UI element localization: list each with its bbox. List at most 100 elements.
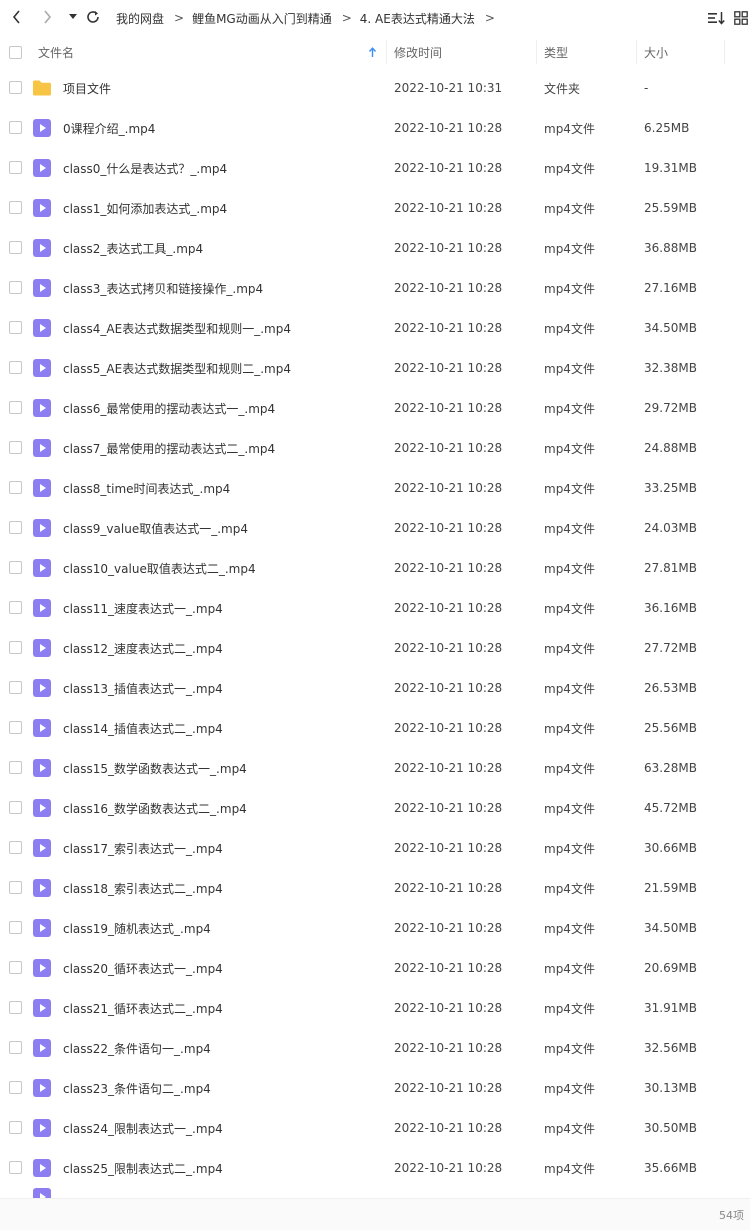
file-name[interactable]: class20_循环表达式一_.mp4 — [63, 948, 223, 988]
file-row[interactable]: class15_数学函数表达式一_.mp4 2022-10-21 10:28 mp4… — [0, 748, 750, 788]
select-all-checkbox[interactable] — [9, 36, 22, 68]
file-name[interactable]: class25_限制表达式二_.mp4 — [63, 1148, 223, 1188]
row-checkbox[interactable] — [9, 441, 22, 454]
row-checkbox[interactable] — [9, 961, 22, 974]
column-header-size[interactable]: 大小 — [644, 36, 668, 68]
file-name[interactable]: class10_value取值表达式二_.mp4 — [63, 548, 256, 588]
file-name[interactable]: class13_插值表达式一_.mp4 — [63, 668, 223, 708]
row-checkbox[interactable] — [9, 1081, 22, 1094]
row-checkbox[interactable] — [9, 361, 22, 374]
history-dropdown-button[interactable] — [62, 6, 84, 28]
row-checkbox[interactable] — [9, 921, 22, 934]
file-name[interactable]: class24_限制表达式一_.mp4 — [63, 1108, 223, 1148]
file-name[interactable]: class4_AE表达式数据类型和规则一_.mp4 — [63, 308, 291, 348]
row-checkbox[interactable] — [9, 481, 22, 494]
file-row[interactable]: class9_value取值表达式一_.mp4 2022-10-21 10:28 m… — [0, 508, 750, 548]
back-button[interactable] — [6, 6, 28, 28]
row-checkbox[interactable] — [9, 1001, 22, 1014]
file-name[interactable]: class7_最常使用的摆动表达式二_.mp4 — [63, 428, 275, 468]
file-row[interactable]: class24_限制表达式一_.mp4 2022-10-21 10:28 mp4文件… — [0, 1108, 750, 1148]
file-row[interactable]: class25_限制表达式二_.mp4 2022-10-21 10:28 mp4文件… — [0, 1148, 750, 1188]
row-checkbox[interactable] — [9, 121, 22, 134]
file-name[interactable]: class11_速度表达式一_.mp4 — [63, 588, 223, 628]
file-row[interactable]: class13_插值表达式一_.mp4 2022-10-21 10:28 mp4文件… — [0, 668, 750, 708]
file-name[interactable]: class8_time时间表达式_.mp4 — [63, 468, 230, 508]
file-row[interactable]: class2_表达式工具_.mp4 2022-10-21 10:28 mp4文件 36… — [0, 228, 750, 268]
breadcrumb-item[interactable]: 我的网盘 — [116, 10, 164, 27]
file-row[interactable]: class14_插值表达式二_.mp4 2022-10-21 10:28 mp4文件… — [0, 708, 750, 748]
file-row[interactable]: class6_最常使用的摆动表达式一_.mp4 2022-10-21 10:28 m… — [0, 388, 750, 428]
file-name[interactable]: class6_最常使用的摆动表达式一_.mp4 — [63, 388, 275, 428]
row-checkbox[interactable] — [9, 681, 22, 694]
file-name[interactable]: class1_如何添加表达式_.mp4 — [63, 188, 227, 228]
row-checkbox[interactable] — [9, 881, 22, 894]
row-checkbox[interactable] — [9, 321, 22, 334]
row-checkbox[interactable] — [9, 721, 22, 734]
file-row[interactable]: class4_AE表达式数据类型和规则一_.mp4 2022-10-21 10:2… — [0, 308, 750, 348]
sort-button[interactable] — [706, 7, 728, 29]
file-row[interactable]: class19_随机表达式_.mp4 2022-10-21 10:28 mp4文件 3… — [0, 908, 750, 948]
row-checkbox[interactable] — [9, 761, 22, 774]
grid-view-button[interactable] — [730, 7, 750, 29]
breadcrumb-item[interactable]: 鲤鱼MG动画从入门到精通 — [192, 10, 332, 27]
file-name[interactable]: class2_表达式工具_.mp4 — [63, 228, 203, 268]
row-checkbox[interactable] — [9, 81, 22, 94]
file-name[interactable]: class17_索引表达式一_.mp4 — [63, 828, 223, 868]
file-row[interactable]: class1_如何添加表达式_.mp4 2022-10-21 10:28 mp4文件… — [0, 188, 750, 228]
file-row[interactable]: class17_索引表达式一_.mp4 2022-10-21 10:28 mp4文件… — [0, 828, 750, 868]
column-header-type[interactable]: 类型 — [544, 36, 568, 68]
column-header-modified[interactable]: 修改时间 — [394, 36, 442, 68]
file-name[interactable]: class3_表达式拷贝和链接操作_.mp4 — [63, 268, 263, 308]
row-checkbox[interactable] — [9, 601, 22, 614]
file-row[interactable]: class23_条件语句二_.mp4 2022-10-21 10:28 mp4文件 3… — [0, 1068, 750, 1108]
file-name[interactable]: class19_随机表达式_.mp4 — [63, 908, 211, 948]
row-checkbox[interactable] — [9, 641, 22, 654]
file-name[interactable]: class5_AE表达式数据类型和规则二_.mp4 — [63, 348, 291, 388]
refresh-button[interactable] — [82, 6, 104, 28]
file-row[interactable]: 项目文件 2022-10-21 10:31 文件夹 - — [0, 68, 750, 108]
file-name[interactable]: class21_循环表达式二_.mp4 — [63, 988, 223, 1028]
file-name[interactable]: class23_条件语句二_.mp4 — [63, 1068, 211, 1108]
file-row[interactable]: class20_循环表达式一_.mp4 2022-10-21 10:28 mp4文件… — [0, 948, 750, 988]
file-row[interactable]: class3_表达式拷贝和链接操作_.mp4 2022-10-21 10:28 mp… — [0, 268, 750, 308]
row-checkbox[interactable] — [9, 281, 22, 294]
row-checkbox[interactable] — [9, 561, 22, 574]
row-checkbox[interactable] — [9, 241, 22, 254]
file-row[interactable]: class18_索引表达式二_.mp4 2022-10-21 10:28 mp4文件… — [0, 868, 750, 908]
row-checkbox[interactable] — [9, 1041, 22, 1054]
row-checkbox[interactable] — [9, 801, 22, 814]
sort-ascending-icon[interactable] — [368, 36, 377, 68]
file-row[interactable]: class21_循环表达式二_.mp4 2022-10-21 10:28 mp4文件… — [0, 988, 750, 1028]
file-name[interactable]: 0课程介绍_.mp4 — [63, 108, 155, 148]
file-list: 项目文件 2022-10-21 10:31 文件夹 - 0课程介绍_.mp4 2022-1… — [0, 68, 750, 1188]
file-row[interactable]: class11_速度表达式一_.mp4 2022-10-21 10:28 mp4文件… — [0, 588, 750, 628]
column-header-name[interactable]: 文件名 — [38, 36, 74, 68]
row-checkbox[interactable] — [9, 401, 22, 414]
file-row[interactable]: class8_time时间表达式_.mp4 2022-10-21 10:28 mp4… — [0, 468, 750, 508]
file-name[interactable]: class14_插值表达式二_.mp4 — [63, 708, 223, 748]
row-checkbox[interactable] — [9, 201, 22, 214]
file-name[interactable]: class22_条件语句一_.mp4 — [63, 1028, 211, 1068]
file-row[interactable]: class0_什么是表达式？_.mp4 2022-10-21 10:28 mp4文件… — [0, 148, 750, 188]
row-checkbox[interactable] — [9, 161, 22, 174]
breadcrumb-item[interactable]: 4. AE表达式精通大法 — [360, 10, 475, 27]
row-checkbox[interactable] — [9, 1121, 22, 1134]
row-checkbox[interactable] — [9, 841, 22, 854]
file-name[interactable]: class0_什么是表达式？_.mp4 — [63, 148, 227, 188]
file-row[interactable]: class5_AE表达式数据类型和规则二_.mp4 2022-10-21 10:2… — [0, 348, 750, 388]
file-name[interactable]: class15_数学函数表达式一_.mp4 — [63, 748, 247, 788]
file-name[interactable]: class9_value取值表达式一_.mp4 — [63, 508, 248, 548]
file-row[interactable]: class16_数学函数表达式二_.mp4 2022-10-21 10:28 mp4… — [0, 788, 750, 828]
file-row[interactable]: class12_速度表达式二_.mp4 2022-10-21 10:28 mp4文件… — [0, 628, 750, 668]
forward-button[interactable] — [36, 6, 58, 28]
file-name[interactable]: 项目文件 — [63, 68, 111, 108]
row-checkbox[interactable] — [9, 1161, 22, 1174]
file-name[interactable]: class16_数学函数表达式二_.mp4 — [63, 788, 247, 828]
file-row[interactable]: 0课程介绍_.mp4 2022-10-21 10:28 mp4文件 6.25MB — [0, 108, 750, 148]
file-name[interactable]: class18_索引表达式二_.mp4 — [63, 868, 223, 908]
file-row[interactable]: class7_最常使用的摆动表达式二_.mp4 2022-10-21 10:28 m… — [0, 428, 750, 468]
row-checkbox[interactable] — [9, 521, 22, 534]
file-row[interactable]: class10_value取值表达式二_.mp4 2022-10-21 10:28… — [0, 548, 750, 588]
file-name[interactable]: class12_速度表达式二_.mp4 — [63, 628, 223, 668]
file-row[interactable]: class22_条件语句一_.mp4 2022-10-21 10:28 mp4文件 3… — [0, 1028, 750, 1068]
